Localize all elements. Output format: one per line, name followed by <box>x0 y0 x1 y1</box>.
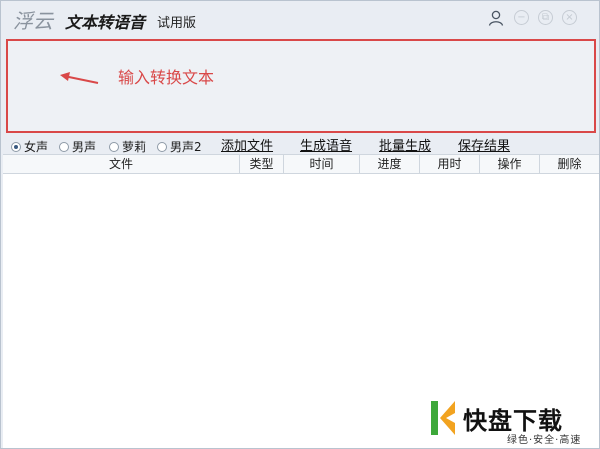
app-title: 文本转语音 <box>65 13 146 32</box>
radio-checked-icon <box>11 141 21 152</box>
batch-generate-button[interactable]: 批量生成 <box>379 135 431 154</box>
text-input-area[interactable]: 输入转换文本 <box>6 39 596 133</box>
close-icon: × <box>565 11 574 23</box>
voice-option-female[interactable]: 女声 <box>11 138 48 155</box>
restore-button[interactable]: ⧉ <box>538 10 553 25</box>
toolbar: 女声 男声 萝莉 男声2 添加文件 生成语音 批量生成 保存结果 <box>1 134 599 155</box>
voice-option-label: 男声 <box>72 140 97 154</box>
column-header-progress[interactable]: 进度 <box>360 155 420 173</box>
voice-option-male2[interactable]: 男声2 <box>157 138 202 155</box>
column-header-duration[interactable]: 用时 <box>420 155 480 173</box>
radio-icon <box>109 141 119 152</box>
column-header-action[interactable]: 操作 <box>480 155 540 173</box>
app-window: 浮云 文本转语音 试用版 − ⧉ × 输入转换文本 女声 男声 萝莉 男声2 添… <box>0 0 600 449</box>
column-header-file[interactable]: 文件 <box>3 155 240 173</box>
voice-option-male[interactable]: 男声 <box>59 138 96 155</box>
voice-option-loli[interactable]: 萝莉 <box>109 138 146 155</box>
voice-option-label: 女声 <box>24 140 49 154</box>
watermark: 快盘下载 绿色·安全·高速 <box>429 397 599 447</box>
minimize-icon: − <box>517 11 526 23</box>
close-button[interactable]: × <box>562 10 577 25</box>
column-header-time[interactable]: 时间 <box>284 155 360 173</box>
save-result-button[interactable]: 保存结果 <box>458 135 510 154</box>
generate-speech-button[interactable]: 生成语音 <box>300 135 352 154</box>
radio-icon <box>157 141 167 152</box>
app-logo-name: 浮云 <box>13 9 53 33</box>
edition-label: 试用版 <box>157 16 197 31</box>
add-file-button[interactable]: 添加文件 <box>221 135 273 154</box>
watermark-slogan: 绿色·安全·高速 <box>507 435 582 446</box>
column-header-delete[interactable]: 删除 <box>540 155 599 173</box>
restore-icon: ⧉ <box>541 11 550 23</box>
voice-option-label: 萝莉 <box>122 140 147 154</box>
title-bar[interactable]: 浮云 文本转语音 试用版 − ⧉ × <box>1 1 599 35</box>
voice-option-label: 男声2 <box>170 140 202 154</box>
table-header: 文件 类型 时间 进度 用时 操作 删除 <box>3 155 599 174</box>
arrow-left-icon <box>60 72 99 84</box>
radio-icon <box>59 141 69 152</box>
brand-logo-icon <box>431 401 455 435</box>
user-icon[interactable] <box>487 9 505 27</box>
minimize-button[interactable]: − <box>514 10 529 25</box>
column-header-type[interactable]: 类型 <box>240 155 284 173</box>
input-hint-label: 输入转换文本 <box>118 68 215 87</box>
